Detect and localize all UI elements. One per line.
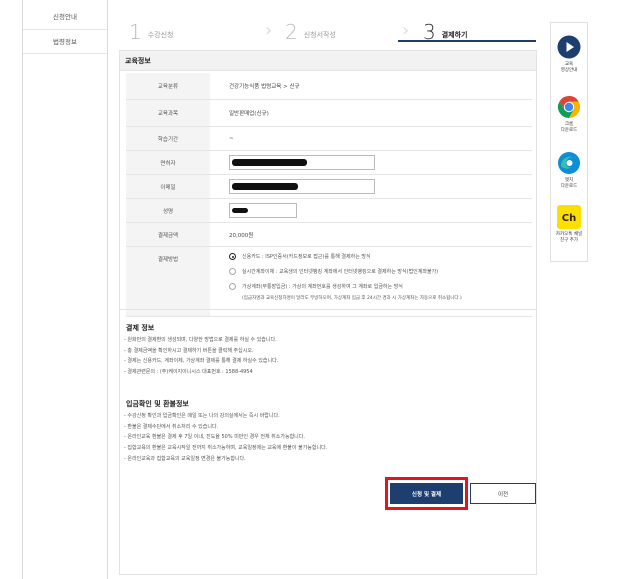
payment-info-list: - 원화만의 결제환의 생성되며, 다양한 방법으로 결제를 하실 수 있습니다…: [124, 335, 278, 378]
section-title: 교육정보: [120, 51, 536, 71]
chrome-icon: [557, 95, 581, 119]
license-input[interactable]: [229, 155, 375, 170]
refund-info-title: 입금확인 및 환불정보: [126, 400, 189, 408]
radio-option-credit-card[interactable]: 신용카드 : ISP인증서(카드정보로 접근)를 통해 결제하는 방식: [229, 253, 371, 260]
row-label: 결제방법: [126, 247, 210, 316]
row-label: 면허자: [126, 151, 210, 174]
radio-button[interactable]: [229, 283, 236, 290]
active-step-underline: [398, 40, 536, 42]
step-1: 1 수강신청: [129, 14, 174, 44]
list-item: - 수강신청 확인과 입금확인은 매일 또는 나의 강의실에서는 즉시 바랍니다…: [124, 413, 280, 419]
redaction-mark: [232, 159, 307, 166]
row-value: ~: [229, 135, 234, 142]
row-label: 성명: [126, 199, 210, 222]
list-item: - 결제관련문의 : (주)케이지이니시스 대표번호 : 1588-4954: [124, 369, 253, 376]
table-row: 면허자: [126, 151, 532, 175]
payment-content-box: 교육정보 교육분류 건강기능식품 법령교육 > 신규 교육과목 일반판매업(신규…: [119, 50, 537, 575]
table-row: 교육분류 건강기능식품 법령교육 > 신규: [126, 73, 532, 100]
quick-menu-item-kakao[interactable]: Ch 카카오톡 채널 친구 추가: [551, 205, 587, 244]
step-number: 2: [285, 20, 298, 44]
payment-method-options: 신용카드 : ISP인증서(카드정보로 접근)를 통해 결제하는 방식 실시간계…: [210, 247, 532, 316]
divider: [120, 309, 536, 310]
sidebar-item-application-guide[interactable]: 신청안내: [23, 0, 107, 30]
list-item: - 총 결제금액을 확인하시고 결제하기 버튼을 클릭해 주십시오.: [124, 347, 254, 354]
email-input[interactable]: [229, 179, 375, 194]
radio-option-bank-transfer[interactable]: 실시간계좌이체 : 교육생의 인터넷뱅킹 계좌에서 인터넷뱅킹으로 결제하는 방…: [229, 268, 438, 275]
quick-menu: 교육 영상안내 크롬 다운로드 엣지 다운로드 Ch 카카오톡 채널 친구 추가: [550, 22, 588, 262]
main-content: 1 수강신청 › 2 신청서작성 › 3 결제하기 교육정보 교육분류 건강기능…: [119, 0, 537, 579]
quick-menu-item-chrome[interactable]: 크롬 다운로드: [551, 95, 587, 134]
quick-menu-label: 크롬 다운로드: [560, 122, 578, 133]
list-item: - 원화만의 결제환의 생성되며, 다양한 방법으로 결제를 하실 수 있습니다…: [124, 337, 277, 343]
row-value: 건강기능식품 법령교육 > 신규: [229, 84, 300, 90]
name-input[interactable]: [229, 203, 297, 218]
step-label: 결제하기: [441, 31, 468, 39]
row-label: 학습기간: [126, 127, 210, 150]
payment-info-title: 결제 정보: [126, 324, 155, 332]
refund-info-list: - 수강신청 확인과 입금확인은 매일 또는 나의 강의실에서는 즉시 바랍니다…: [124, 411, 327, 464]
step-arrow-icon: ›: [402, 20, 410, 41]
quick-menu-label: 엣지 다운로드: [560, 178, 578, 189]
list-item: - 온라인교육과 집합교육의 교육일정 변경은 불가능합니다.: [124, 455, 246, 462]
step-indicator: 1 수강신청 › 2 신청서작성 › 3 결제하기: [119, 14, 537, 44]
left-sidebar: 신청안내 법령정보: [22, 0, 108, 579]
svg-text:Ch: Ch: [562, 213, 576, 224]
row-label: 이메일: [126, 175, 210, 198]
list-item: - 온라인교육 환불은 결제 후 7일 이내, 진도율 50% 미만인 경우 전…: [124, 434, 305, 441]
list-item: - 결제는 신용카드, 계좌이체, 가상계좌 결제를 통해 결제 하실수 있습니…: [124, 358, 279, 365]
list-item: - 환불은 결제수단에서 취소처리 수 있습니다.: [124, 423, 219, 430]
row-value: [210, 175, 532, 198]
step-number: 1: [129, 20, 142, 44]
play-icon: [557, 35, 581, 59]
row-value: 일반판매업(신규): [229, 111, 269, 117]
radio-label: 가상계좌(무통장입금) : 가상의 계좌번호를 생성하여 그 계좌로 입금하는 …: [242, 284, 403, 290]
radio-label: 실시간계좌이체 : 교육생의 인터넷뱅킹 계좌에서 인터넷뱅킹으로 결제하는 방…: [242, 269, 439, 275]
table-row: 이메일: [126, 175, 532, 199]
row-label: 교육과목: [126, 100, 210, 126]
quick-menu-label: 교육 영상안내: [560, 62, 578, 73]
table-row: 성명: [126, 199, 532, 223]
table-row: 결제방법 신용카드 : ISP인증서(카드정보로 접근)를 통해 결제하는 방식…: [126, 247, 532, 317]
table-row: 교육과목 일반판매업(신규): [126, 100, 532, 127]
row-label: 결제금액: [126, 223, 210, 246]
kakao-channel-icon: Ch: [557, 205, 581, 229]
step-label: 신청서작성: [303, 31, 336, 39]
list-item: - 집합교육의 환불은 교육시작일 전까지 취소가능하며, 교육일정에는 교육에…: [124, 445, 328, 452]
sidebar-item-law-info[interactable]: 법령정보: [23, 30, 107, 54]
quick-menu-item-edge[interactable]: 엣지 다운로드: [551, 151, 587, 190]
prev-button[interactable]: 이전: [470, 483, 536, 504]
table-row: 결제금액 20,000원: [126, 223, 532, 247]
row-value: 20,000원: [229, 232, 254, 239]
row-value: [210, 199, 532, 222]
redaction-mark: [232, 208, 248, 213]
radio-option-virtual-account[interactable]: 가상계좌(무통장입금) : 가상의 계좌번호를 생성하여 그 계좌로 입금하는 …: [229, 283, 403, 290]
step-2: 2 신청서작성: [285, 14, 336, 44]
radio-button[interactable]: [229, 268, 236, 275]
step-arrow-icon: ›: [265, 20, 273, 41]
submit-and-pay-button[interactable]: 신청 및 결제: [390, 483, 463, 504]
radio-label: 신용카드 : ISP인증서(카드정보로 접근)를 통해 결제하는 방식: [242, 254, 371, 260]
edge-icon: [557, 151, 581, 175]
redaction-mark: [232, 183, 298, 190]
row-value: [210, 151, 532, 174]
virtual-account-note: (입금자명과 교육신청자명이 달라도 무방하오며, 가상계좌 입금 후 24시간…: [242, 296, 462, 301]
step-label: 수강신청: [147, 31, 174, 39]
row-label: 교육분류: [126, 73, 210, 99]
table-row: 학습기간 ~: [126, 127, 532, 151]
education-info-table: 교육분류 건강기능식품 법령교육 > 신규 교육과목 일반판매업(신규) 학습기…: [126, 73, 532, 317]
quick-menu-item-video-guide[interactable]: 교육 영상안내: [551, 35, 587, 74]
quick-menu-label: 카카오톡 채널 친구 추가: [555, 232, 583, 243]
radio-button[interactable]: [229, 253, 236, 260]
